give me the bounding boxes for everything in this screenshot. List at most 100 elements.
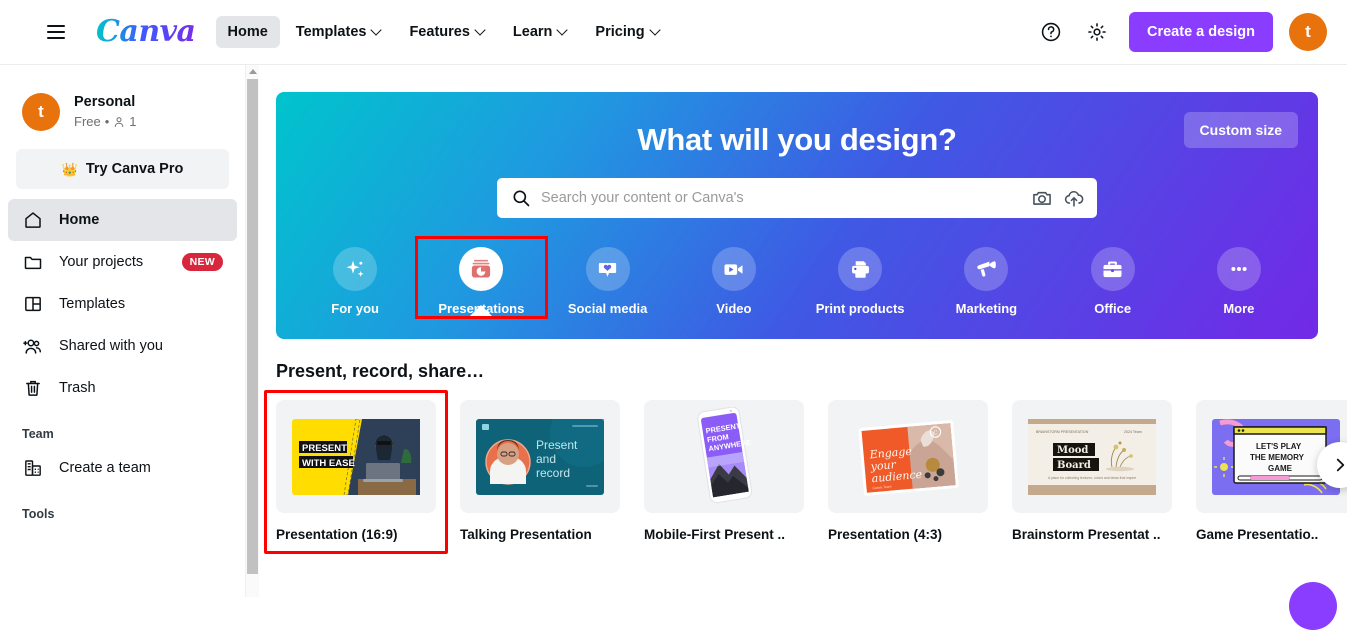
help-bubble-fab[interactable] [1289, 582, 1337, 630]
scrollbar-thumb[interactable] [247, 79, 258, 574]
nav-item-templates[interactable]: Templates [284, 16, 394, 48]
main-nav: Home Templates Features Learn Pricing [215, 16, 672, 48]
help-circle-icon[interactable] [1031, 12, 1071, 52]
nav-item-pricing[interactable]: Pricing [583, 16, 671, 48]
category-label: More [1223, 301, 1255, 316]
svg-text:record: record [536, 466, 570, 480]
megaphone-icon [964, 247, 1009, 291]
template-card-talking-presentation[interactable]: Present and record Talking Presentation [460, 400, 620, 542]
category-label: Print products [815, 301, 905, 316]
nav-item-label: Templates [295, 24, 367, 40]
nav-item-label: Pricing [595, 24, 645, 40]
category-print-products[interactable]: Print products [797, 239, 923, 316]
chevron-down-icon [558, 26, 567, 35]
sidebar-item-create-a-team[interactable]: Create a team [8, 447, 237, 489]
category-label: Office [1094, 301, 1132, 316]
svg-text:THE MEMORY: THE MEMORY [1250, 453, 1305, 462]
home-icon [22, 210, 43, 231]
template-card-presentation-4-3[interactable]: C Engage your audience Canva Team Presen… [828, 400, 988, 542]
sparkles-icon [333, 247, 378, 291]
sidebar-item-shared-with-you[interactable]: Shared with you [8, 325, 237, 367]
sidebar-item-label: Create a team [59, 460, 151, 476]
plan-label: Free [74, 114, 101, 129]
pro-button-label: Try Canva Pro [85, 161, 184, 177]
svg-text:WITH EASE: WITH EASE [302, 458, 355, 469]
chevron-down-icon [476, 26, 485, 35]
card-label: Presentation (4:3) [828, 527, 943, 542]
category-label: Video [716, 301, 752, 316]
folder-icon [22, 252, 43, 273]
custom-size-button[interactable]: Custom size [1183, 112, 1298, 148]
nav-item-home[interactable]: Home [215, 16, 280, 48]
card-thumbnail: PRESENT WITH EASE [276, 400, 436, 513]
engage-your-audience-thumb: C Engage your audience Canva Team [858, 419, 959, 496]
sidebar-item-trash[interactable]: Trash [8, 367, 237, 409]
crown-icon: 👑 [61, 161, 78, 177]
card-thumbnail: PRESENT FROM ANYWHERE [644, 400, 804, 513]
template-card-brainstorm-presentation[interactable]: BRAINSTORM PRESENTATION 2024 Team Mood B… [1012, 400, 1172, 542]
svg-text:C: C [933, 430, 938, 436]
sidebar-item-label: Templates [59, 296, 126, 312]
user-avatar[interactable]: t [1289, 13, 1327, 51]
svg-text:Present: Present [536, 438, 578, 452]
category-office[interactable]: Office [1050, 239, 1176, 316]
nav-item-learn[interactable]: Learn [501, 16, 580, 48]
nav-item-features[interactable]: Features [397, 16, 496, 48]
category-presentations[interactable]: Presentations [415, 236, 548, 319]
gear-icon[interactable] [1077, 12, 1117, 52]
svg-text:A place for collecting texture: A place for collecting textures, colors … [1048, 476, 1136, 480]
sidebar-profile[interactable]: t Personal Free • 1 [0, 79, 245, 141]
sidebar-item-home[interactable]: Home [8, 199, 237, 241]
nav-item-label: Features [409, 24, 470, 40]
category-social-media[interactable]: Social media [545, 239, 671, 316]
scroll-up-arrow-icon[interactable] [249, 69, 257, 74]
sidebar: t Personal Free • 1 👑 Try Canva Pro Home… [0, 65, 245, 597]
svg-text:BRAINSTORM PRESENTATION: BRAINSTORM PRESENTATION [1036, 430, 1089, 434]
sidebar-item-label: Shared with you [59, 338, 163, 354]
present-with-ease-thumb: PRESENT WITH EASE [292, 418, 420, 495]
canva-logo[interactable]: Canva [96, 17, 198, 47]
nav-item-label: Home [227, 24, 268, 40]
chevron-right-icon [1336, 458, 1345, 472]
sidebar-item-templates[interactable]: Templates [8, 283, 237, 325]
sidebar-item-label: Your projects [59, 254, 144, 270]
profile-plan: Free • 1 [74, 113, 137, 131]
try-canva-pro-button[interactable]: 👑 Try Canva Pro [16, 149, 229, 189]
camera-icon[interactable] [1031, 187, 1053, 209]
card-thumbnail: C Engage your audience Canva Team [828, 400, 988, 513]
create-a-design-button[interactable]: Create a design [1129, 12, 1273, 52]
trash-icon [22, 378, 43, 399]
sidebar-item-your-projects[interactable]: Your projects NEW [8, 241, 237, 283]
category-video[interactable]: Video [671, 239, 797, 316]
category-label: For you [331, 301, 379, 316]
card-label: Game Presentatio.. [1196, 527, 1319, 542]
profile-text: Personal Free • 1 [74, 93, 137, 130]
sidebar-item-label: Trash [59, 380, 96, 396]
category-for-you[interactable]: For you [292, 239, 418, 316]
card-thumbnail: BRAINSTORM PRESENTATION 2024 Team Mood B… [1012, 400, 1172, 513]
category-marketing[interactable]: Marketing [923, 239, 1049, 316]
profile-name: Personal [74, 94, 136, 111]
template-card-mobile-first-presentation[interactable]: PRESENT FROM ANYWHERE Mobile-First Prese… [644, 400, 804, 542]
section-heading: Present, record, share… [276, 361, 485, 381]
hamburger-menu-icon[interactable] [38, 14, 74, 50]
member-count: 1 [129, 114, 137, 129]
main-content: Custom size What will you design? Search… [259, 65, 1347, 597]
cloud-upload-icon[interactable] [1063, 187, 1085, 209]
hero-title: What will you design? [637, 122, 957, 157]
team-section-label: Team [22, 427, 54, 441]
sidebar-item-label: Home [59, 212, 100, 228]
template-card-presentation-16-9[interactable]: PRESENT WITH EASE Presentation (16:9) [264, 390, 448, 554]
category-label: Marketing [955, 301, 1018, 316]
sidebar-scrollbar[interactable] [245, 65, 259, 597]
card-label: Mobile-First Present .. [644, 527, 786, 542]
search-input[interactable] [541, 190, 1021, 206]
avatar: t [22, 93, 60, 131]
category-more[interactable]: More [1176, 239, 1302, 316]
hero-banner: Custom size What will you design? Search… [276, 92, 1318, 339]
header-actions: Create a design t [1031, 12, 1327, 52]
search-bar[interactable] [497, 178, 1097, 218]
chevron-down-icon [372, 26, 381, 35]
svg-text:LET'S PLAY: LET'S PLAY [1256, 442, 1302, 451]
category-row: For you Presentations Social media Video… [276, 236, 1318, 339]
